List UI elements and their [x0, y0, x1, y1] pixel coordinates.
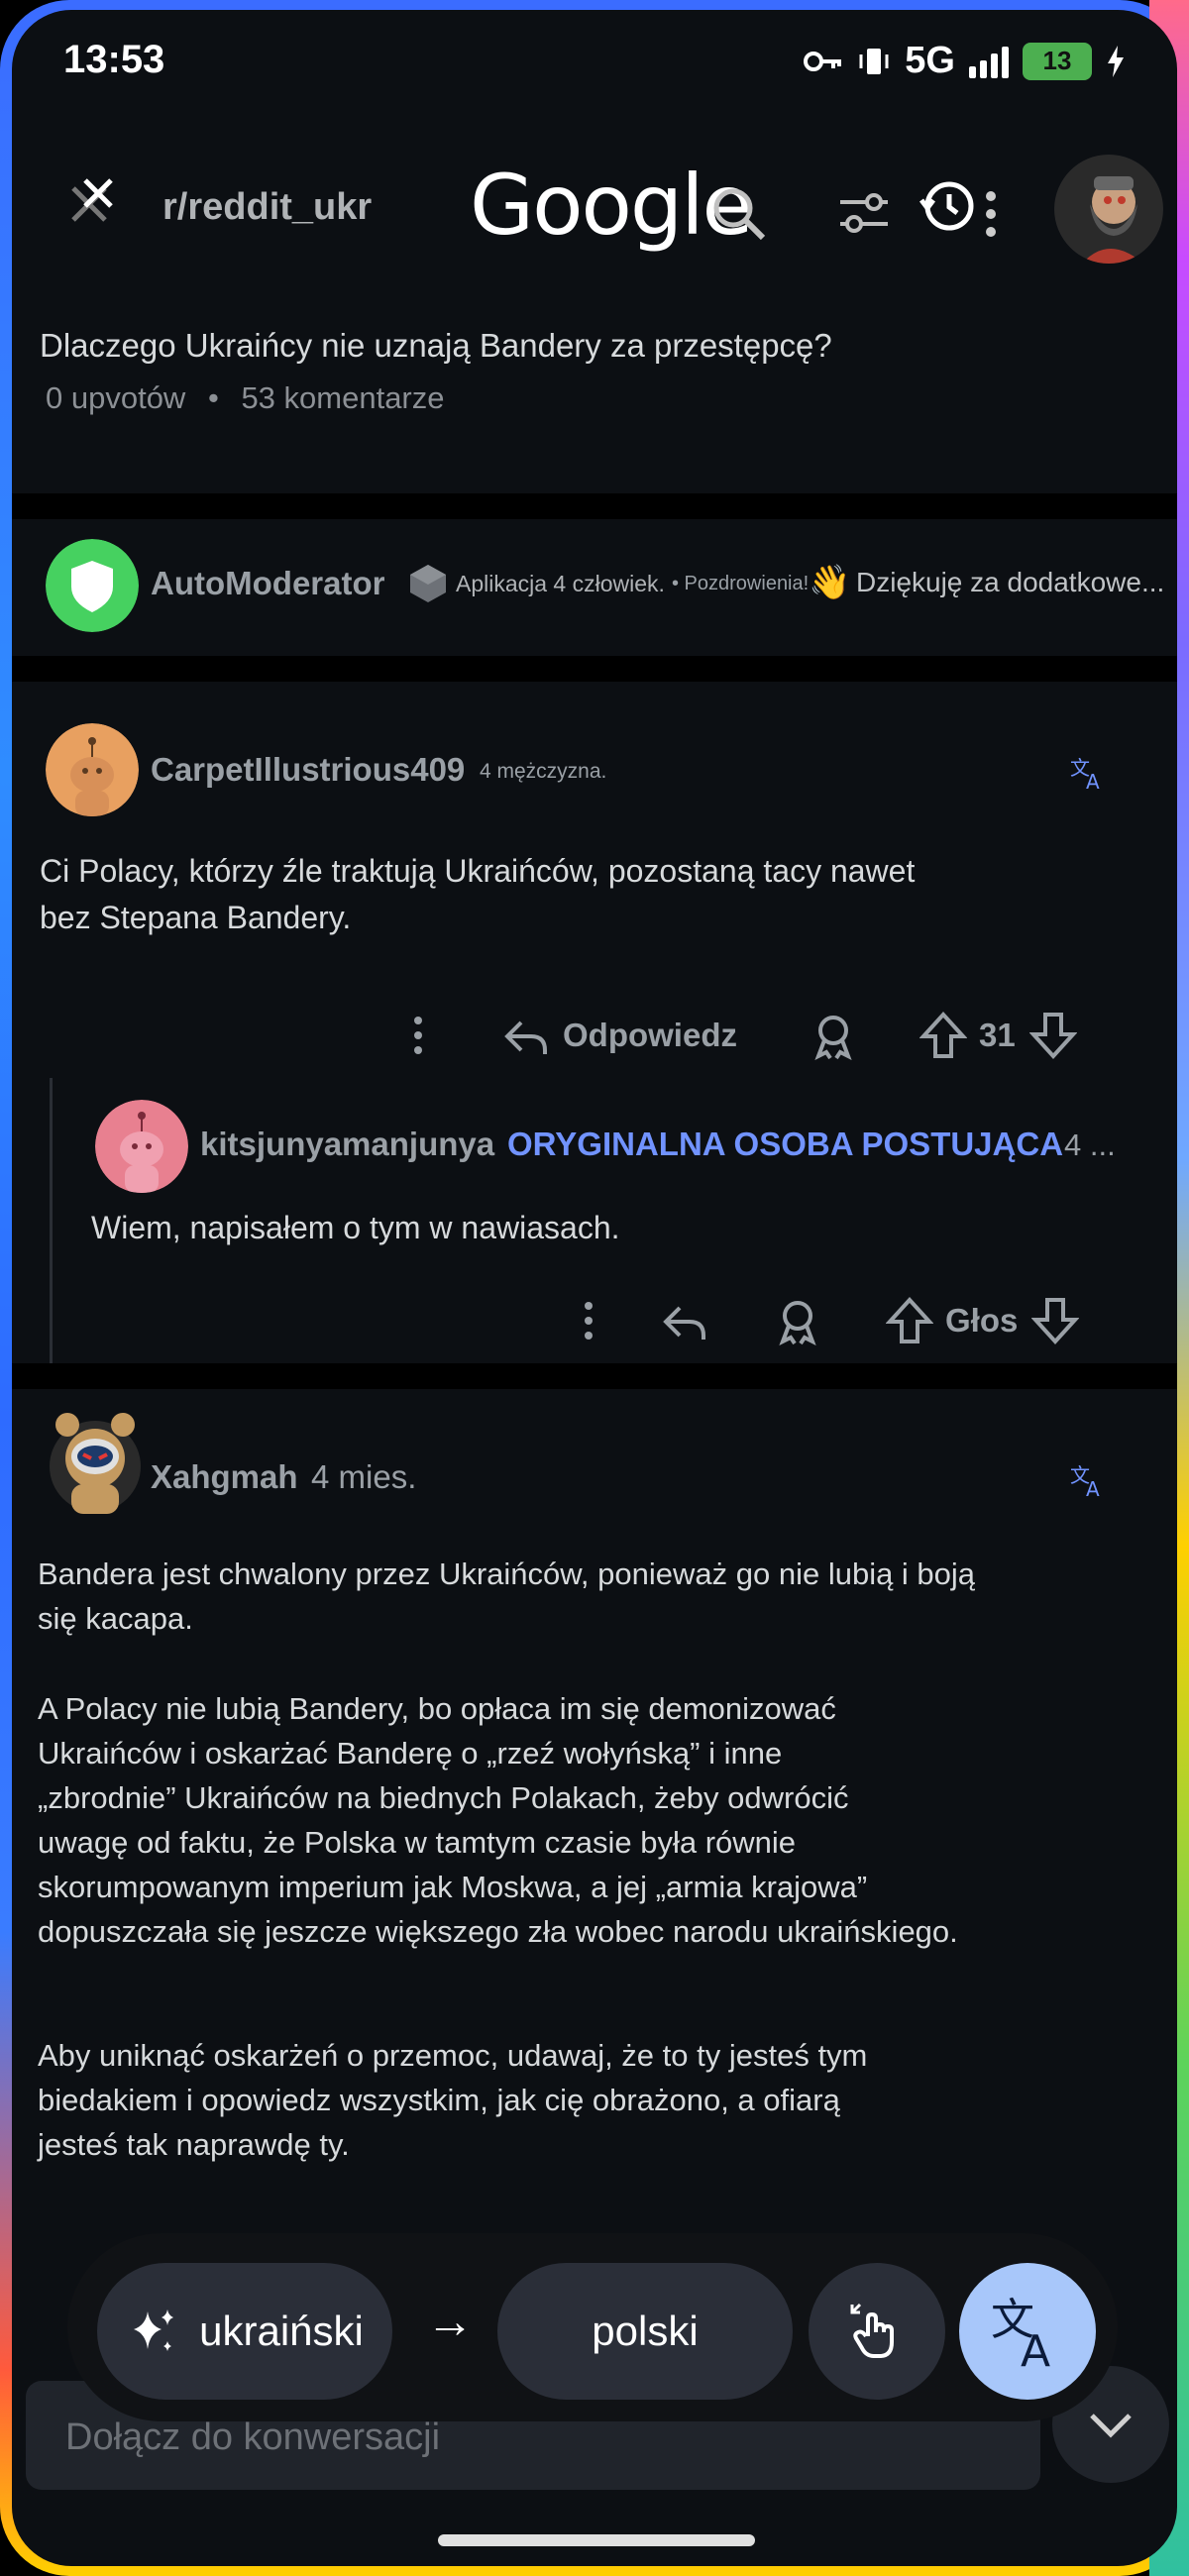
meta-separator: • [207, 380, 219, 415]
comment-line: Bandera jest chwalony przez Ukraińców, p… [38, 1556, 976, 1591]
op-badge: ORYGINALNA OSOBA POSTUJĄCA [507, 1126, 1064, 1162]
divider [12, 493, 1177, 519]
post-meta: 0 upvotów • 53 komentarze [46, 380, 445, 416]
comment-body: Bandera jest chwalony przez Ukraińców, p… [38, 1552, 975, 2167]
translate-icon: 文 A [991, 2295, 1050, 2377]
comment-line: Aby uniknąć oskarżeń o przemoc, udawaj, … [38, 2038, 868, 2073]
search-icon[interactable] [709, 184, 769, 244]
target-language-label: polski [592, 2308, 699, 2354]
reply-button[interactable]: Odpowiedz [563, 1017, 737, 1054]
more-options-icon[interactable] [408, 1011, 428, 1060]
comment-line: A Polacy nie lubią Bandery, bo opłaca im… [38, 1691, 836, 1726]
history-icon[interactable] [912, 170, 983, 242]
comment-username[interactable]: CarpetIllustrious409 [151, 751, 465, 789]
comment-line: się kacapa. [38, 1601, 193, 1636]
app-cube-icon [410, 565, 446, 602]
reply-username[interactable]: kitsjunyamanjunya [200, 1126, 494, 1163]
downvote-icon[interactable] [1028, 1011, 1077, 1060]
key-icon [804, 51, 842, 71]
reply-icon[interactable] [660, 1296, 709, 1345]
status-icons: 5G 13 [804, 40, 1126, 82]
translate-icon[interactable]: 文A [1068, 753, 1108, 793]
close-icon[interactable] [54, 164, 133, 244]
comment-line: uwagę od faktu, że Polska w tamtym czasi… [38, 1825, 797, 1860]
comment-actions: Odpowiedz 31 [408, 1011, 1077, 1060]
comment-line: Ukraińców i oskarżać Banderę o „rzeź woł… [38, 1736, 783, 1771]
status-time: 13:53 [63, 38, 165, 81]
automoderator-preview[interactable]: Dziękuję za dodatkowe... [856, 567, 1164, 598]
automoderator-greeting: • Pozdrowienia! [672, 573, 810, 594]
divider [12, 656, 1177, 682]
bearded-avatar-icon [1054, 155, 1163, 264]
status-bar: 13:53 5G 13 [12, 10, 1177, 119]
svg-text:A: A [1086, 770, 1100, 793]
comment-username[interactable]: Xahgmah [151, 1458, 298, 1496]
vote-label: Głos [945, 1302, 1019, 1339]
more-options-icon[interactable] [981, 184, 1001, 244]
snoo-avatar[interactable] [46, 723, 139, 816]
comment-line: jesteś tak naprawdę ty. [38, 2127, 350, 2162]
upvote-count: 0 upvotów [46, 380, 186, 415]
comment-line: bez Stepana Bandery. [40, 900, 352, 935]
reply-placeholder: Dołącz do konwersacji [65, 2416, 441, 2458]
comment-line: „zbrodnie” Ukraińców na biednych Polakac… [38, 1780, 849, 1815]
filter-icon[interactable] [836, 184, 892, 240]
automoderator-username[interactable]: AutoModerator [151, 565, 384, 602]
home-indicator[interactable] [438, 2534, 755, 2546]
downvote-icon[interactable] [1031, 1296, 1080, 1345]
wave-emoji: 👋 [809, 564, 851, 601]
snoo-avatar[interactable] [95, 1100, 188, 1193]
comment-flair: 4 mężczyzna. [480, 760, 607, 783]
battery-icon: 13 [1023, 42, 1092, 80]
source-language-button[interactable]: ukraiński [97, 2263, 392, 2400]
comment-line: biedakiem i opowiedz wszystkim, jak cię … [38, 2083, 840, 2117]
post-title[interactable]: Dlaczego Ukraińcy nie uznają Bandery za … [40, 327, 832, 365]
target-language-button[interactable]: polski [497, 2263, 793, 2400]
award-icon[interactable] [775, 1296, 820, 1345]
vote-score: 31 [979, 1017, 1016, 1053]
tap-to-translate-button[interactable] [809, 2263, 945, 2400]
touch-gesture-icon [850, 2303, 894, 2358]
top-bar: r/reddit_ukr Google [12, 129, 1177, 277]
more-options-icon[interactable] [579, 1296, 598, 1345]
comment-line: dopuszczała się jeszcze większego zła wo… [38, 1914, 958, 1949]
reply-age: 4 ... [1064, 1127, 1116, 1162]
divider [12, 1363, 1177, 1389]
app-screen: 13:53 5G 13 r/reddit_ukr Google Dlaczego… [12, 10, 1177, 2566]
comment-count: 53 komentarze [241, 380, 445, 415]
translate-button[interactable]: 文 A [959, 2263, 1096, 2400]
comment-body: Ci Polacy, którzy źle traktują Ukraińców… [40, 848, 915, 941]
translate-bar: ukraiński → polski 文 A [67, 2233, 1118, 2421]
signal-icon [969, 45, 1009, 78]
upvote-icon[interactable] [886, 1296, 933, 1345]
subreddit-name[interactable]: r/reddit_ukr [162, 186, 372, 229]
award-icon[interactable] [811, 1011, 856, 1060]
sparkle-icon [134, 2309, 174, 2351]
comment-line: skorumpowanym imperium jak Moskwa, a jej… [38, 1870, 868, 1904]
comment-age: 4 mies. [311, 1458, 417, 1495]
charging-icon [1108, 45, 1124, 77]
svg-text:A: A [1021, 2326, 1050, 2377]
automoderator-avatar[interactable] [46, 539, 139, 632]
automoderator-flair: Aplikacja 4 człowiek. [456, 571, 665, 596]
vibrate-icon [859, 48, 889, 74]
reply-body: Wiem, napisałem o tym w nawiasach. [91, 1210, 620, 1245]
translate-icon[interactable]: 文A [1068, 1460, 1108, 1500]
thread-line [50, 1078, 53, 1365]
source-language-label: ukraiński [199, 2308, 364, 2354]
profile-avatar[interactable] [1054, 155, 1163, 264]
svg-text:A: A [1086, 1477, 1100, 1500]
comment-line: Ci Polacy, którzy źle traktują Ukraińców… [40, 853, 916, 889]
astronaut-bear-avatar[interactable] [46, 1407, 145, 1516]
arrow-right-icon: → [426, 2296, 474, 2348]
network-type: 5G [905, 40, 955, 81]
upvote-icon[interactable] [919, 1011, 967, 1060]
reply-actions: Głos [579, 1296, 1080, 1345]
reply-icon[interactable] [501, 1011, 551, 1060]
